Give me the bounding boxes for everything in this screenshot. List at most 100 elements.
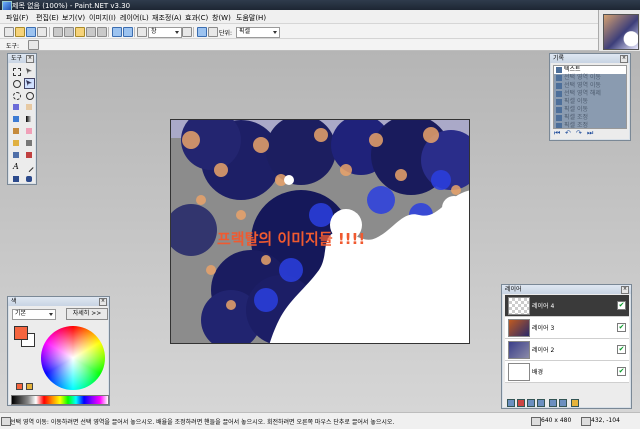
history-item-label: 픽셀 이동: [564, 98, 588, 105]
magic-wand-tool-icon[interactable]: [11, 102, 22, 113]
history-item[interactable]: 선택 영역 해제: [554, 90, 626, 98]
recolor-tool-icon[interactable]: [24, 150, 35, 161]
gradient-tool-icon[interactable]: [24, 114, 35, 125]
rectangle-tool-icon[interactable]: [11, 174, 22, 185]
more-colors-button[interactable]: 자세히 >>: [66, 308, 108, 320]
redo-icon[interactable]: ↷: [576, 130, 583, 137]
layer-visibility-checkbox[interactable]: ✔: [617, 301, 626, 310]
color-mode-select[interactable]: 기본: [12, 309, 56, 320]
copy-icon[interactable]: [64, 27, 74, 37]
paintbrush-tool-icon[interactable]: [11, 126, 22, 137]
image-tab-thumbnail[interactable]: [598, 10, 640, 52]
menu-adjustments[interactable]: 재조정(A): [152, 13, 182, 23]
tools-panel-title: 도구: [11, 55, 23, 62]
history-item[interactable]: 선택 영역 이동: [554, 82, 626, 90]
layer-visibility-checkbox[interactable]: ✔: [617, 323, 626, 332]
move-icon: [556, 75, 562, 81]
move-selection-tool-icon[interactable]: [24, 66, 35, 77]
history-item[interactable]: 픽셀 이동: [554, 98, 626, 106]
paste-icon[interactable]: [75, 27, 85, 37]
ellipse-select-tool-icon[interactable]: [11, 90, 22, 101]
menu-window[interactable]: 창(W): [212, 13, 231, 23]
layer-row[interactable]: 배경 ✔: [505, 361, 629, 383]
layer-row[interactable]: 레이어 3 ✔: [505, 317, 629, 339]
save-icon[interactable]: [26, 27, 36, 37]
close-icon[interactable]: ×: [620, 55, 628, 63]
fast-forward-icon[interactable]: ⏭: [587, 130, 594, 137]
lasso-tool-icon[interactable]: [11, 78, 22, 89]
menu-effects[interactable]: 효과(C): [185, 13, 208, 23]
pencil-tool-icon[interactable]: [11, 138, 22, 149]
layer-name: 배경: [532, 369, 544, 376]
image-canvas[interactable]: 프랙탈의 이미지들 !!!!: [170, 119, 470, 344]
move-layer-down-icon[interactable]: [559, 399, 567, 407]
delete-layer-icon[interactable]: [517, 399, 525, 407]
print-icon[interactable]: [37, 27, 47, 37]
open-file-icon[interactable]: [15, 27, 25, 37]
layer-row[interactable]: 레이어 4 ✔: [505, 295, 629, 317]
move-pixels-tool-icon[interactable]: [24, 78, 35, 89]
move-layer-up-icon[interactable]: [549, 399, 557, 407]
history-list[interactable]: 텍스트 선택 영역 이동 선택 영역 이동 선택 영역 해제 픽셀 이동 픽셀 …: [553, 65, 627, 129]
history-item[interactable]: 텍스트: [554, 66, 626, 74]
rounded-rectangle-tool-icon[interactable]: [24, 174, 35, 185]
zoom-select[interactable]: 창: [148, 27, 182, 38]
crop-icon[interactable]: [86, 27, 96, 37]
add-layer-icon[interactable]: [507, 399, 515, 407]
layers-panel: 레이어 × 레이어 4 ✔ 레이어 3 ✔ 레이어 2 ✔ 배경 ✔: [501, 284, 632, 409]
color-palette[interactable]: [11, 395, 109, 405]
text-tool-icon[interactable]: A: [11, 162, 22, 173]
history-item[interactable]: 픽셀 이동: [554, 106, 626, 114]
move-icon: [556, 107, 562, 113]
menu-edit[interactable]: 편집(E): [36, 13, 59, 23]
deselect-icon[interactable]: [97, 27, 107, 37]
zoom-in-icon[interactable]: [182, 27, 192, 37]
tool-options-bar: 도구:: [0, 39, 598, 51]
palette-icon[interactable]: [26, 383, 33, 390]
layers-panel-title: 레이어: [505, 286, 522, 293]
recent-color-icon[interactable]: [16, 383, 23, 390]
zoom-out-icon[interactable]: [137, 27, 147, 37]
menu-layers[interactable]: 레이어(L): [120, 13, 149, 23]
history-item[interactable]: 픽셀 조정: [554, 114, 626, 122]
history-item[interactable]: 선택 영역 이동: [554, 74, 626, 82]
redo-icon[interactable]: [123, 27, 133, 37]
tool-label: 도구:: [6, 43, 20, 50]
layer-visibility-checkbox[interactable]: ✔: [617, 367, 626, 376]
eraser-tool-icon[interactable]: [24, 126, 35, 137]
close-icon[interactable]: ×: [621, 286, 629, 294]
pan-tool-icon[interactable]: [24, 102, 35, 113]
clone-stamp-tool-icon[interactable]: [11, 150, 22, 161]
close-icon[interactable]: ×: [26, 55, 34, 63]
text-icon: [556, 67, 562, 73]
units-select[interactable]: 픽셀: [236, 27, 280, 38]
layer-thumbnail: [508, 363, 530, 381]
menu-help[interactable]: 도움말(H): [236, 13, 266, 23]
layer-visibility-checkbox[interactable]: ✔: [617, 345, 626, 354]
rewind-icon[interactable]: ⏮: [554, 130, 561, 137]
close-icon[interactable]: ×: [99, 298, 107, 306]
undo-icon[interactable]: [112, 27, 122, 37]
line-tool-icon[interactable]: [24, 162, 35, 173]
paint-bucket-tool-icon[interactable]: [11, 114, 22, 125]
color-wheel[interactable]: [41, 326, 105, 390]
layer-properties-icon[interactable]: [571, 399, 579, 407]
color-picker-tool-icon[interactable]: [24, 138, 35, 149]
undo-icon[interactable]: ↶: [565, 130, 572, 137]
tool-select-icon[interactable]: [28, 40, 39, 50]
grid-icon[interactable]: [197, 27, 207, 37]
new-file-icon[interactable]: [4, 27, 14, 37]
menu-image[interactable]: 이미지(I): [89, 13, 116, 23]
rectangle-select-tool-icon[interactable]: [11, 66, 22, 77]
zoom-tool-icon[interactable]: [24, 90, 35, 101]
menu-file[interactable]: 파일(F): [6, 13, 28, 23]
menu-view[interactable]: 보기(V): [62, 13, 85, 23]
history-item[interactable]: 픽셀 조정: [554, 122, 626, 128]
image-thumbnail: [603, 14, 639, 50]
ruler-icon[interactable]: [208, 27, 218, 37]
cut-icon[interactable]: [53, 27, 63, 37]
layer-row[interactable]: 레이어 2 ✔: [505, 339, 629, 361]
duplicate-layer-icon[interactable]: [527, 399, 535, 407]
merge-layer-icon[interactable]: [537, 399, 545, 407]
primary-color-swatch[interactable]: [14, 326, 28, 340]
